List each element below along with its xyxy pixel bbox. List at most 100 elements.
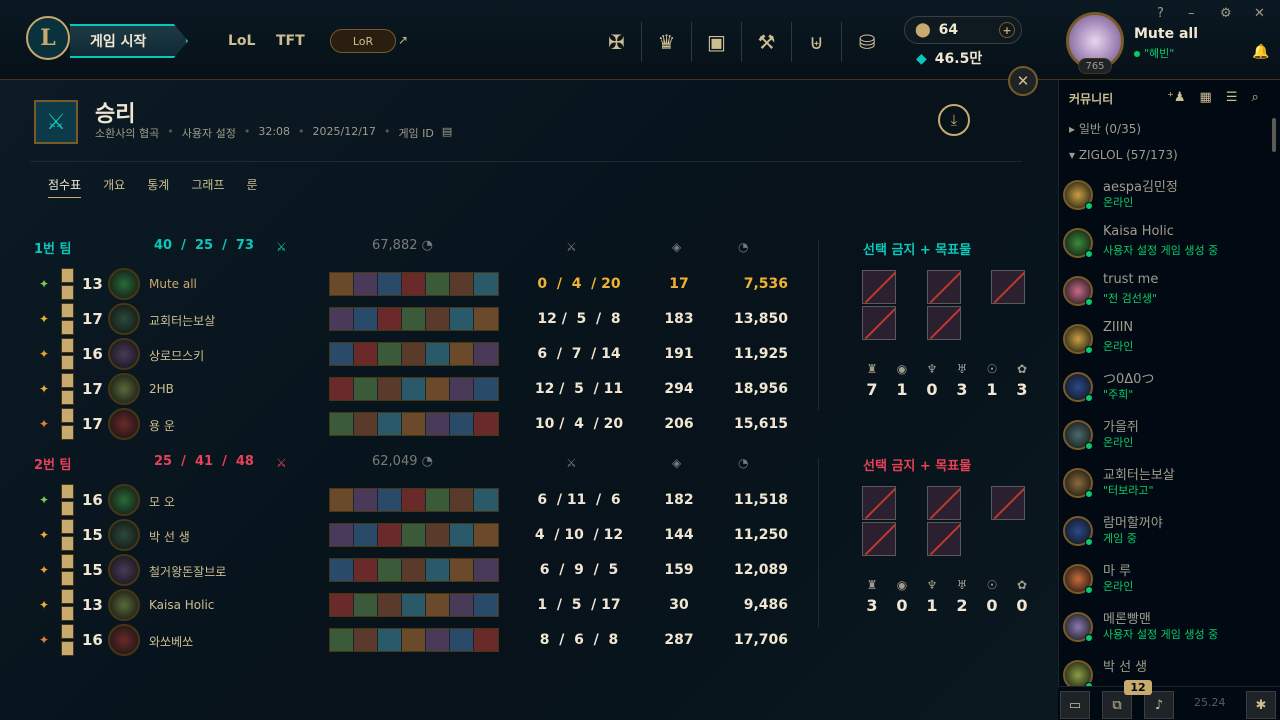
copy-icon[interactable]: ▤ — [442, 125, 452, 141]
champion-icon[interactable] — [108, 484, 140, 516]
player-name[interactable]: 박 선 생 — [149, 528, 190, 545]
item-icon[interactable] — [426, 594, 450, 616]
player-name[interactable]: Mute all — [149, 277, 197, 291]
minimize-icon[interactable]: – — [1188, 6, 1195, 21]
item-icon[interactable] — [474, 378, 498, 400]
item-icon[interactable] — [426, 629, 450, 651]
item-icon[interactable] — [426, 489, 450, 511]
item-icon[interactable] — [474, 489, 498, 511]
item-icon[interactable] — [474, 308, 498, 330]
group-ziglol[interactable]: ▾ ZIGLOL (57/173) — [1069, 148, 1178, 162]
item-icon[interactable] — [402, 343, 426, 365]
esports-icon[interactable]: ✠ — [592, 22, 642, 62]
collection-icon[interactable]: ▣ — [692, 22, 742, 62]
play-button[interactable]: 게임 시작 — [70, 24, 188, 58]
item-icon[interactable] — [378, 559, 402, 581]
item-icon[interactable] — [426, 559, 450, 581]
item-icon[interactable] — [330, 273, 354, 295]
tab-scoreboard[interactable]: 점수표 — [48, 176, 82, 198]
item-icon[interactable] — [402, 559, 426, 581]
item-icon[interactable] — [450, 273, 474, 295]
friend-item[interactable]: 마 루 온라인 — [1063, 560, 1263, 600]
league-logo-icon[interactable]: L — [26, 16, 70, 60]
tab-graphs[interactable]: 그래프 — [191, 176, 224, 198]
player-name[interactable]: 모 오 — [149, 493, 175, 510]
champion-icon[interactable] — [108, 624, 140, 656]
item-icon[interactable] — [450, 524, 474, 546]
player-name[interactable]: 철거왕돈잘브로 — [149, 563, 226, 580]
item-icon[interactable] — [330, 308, 354, 330]
player-name[interactable]: 용 운 — [149, 417, 175, 434]
item-icon[interactable] — [426, 413, 450, 435]
player-row[interactable]: ✦ 16 상로므스키 6 / 7 / 14 191 11,925 — [34, 338, 794, 370]
item-icon[interactable] — [354, 559, 378, 581]
champion-icon[interactable] — [108, 303, 140, 335]
sidebar-scrollbar[interactable] — [1272, 118, 1276, 152]
item-icon[interactable] — [354, 629, 378, 651]
player-row[interactable]: ✦ 16 와쏘베쏘 8 / 6 / 8 287 17,706 — [34, 624, 794, 656]
nav-lol[interactable]: LoL — [228, 33, 255, 49]
item-icon[interactable] — [426, 273, 450, 295]
tab-overview[interactable]: 개요 — [103, 176, 125, 198]
item-icon[interactable] — [330, 413, 354, 435]
item-icon[interactable] — [426, 343, 450, 365]
champion-icon[interactable] — [108, 268, 140, 300]
item-icon[interactable] — [378, 594, 402, 616]
item-icon[interactable] — [450, 489, 474, 511]
item-icon[interactable] — [378, 413, 402, 435]
champion-icon[interactable] — [108, 408, 140, 440]
party-chat-icon[interactable]: ⧉ — [1102, 691, 1132, 719]
crafting-icon[interactable]: ⚒ — [742, 22, 792, 62]
player-name[interactable]: 교회터는보살 — [149, 312, 215, 329]
friend-item[interactable]: 람머할꺼야 게임 중 — [1063, 512, 1263, 552]
champion-icon[interactable] — [108, 589, 140, 621]
item-icon[interactable] — [330, 594, 354, 616]
item-icon[interactable] — [354, 378, 378, 400]
item-icon[interactable] — [402, 524, 426, 546]
chat-icon[interactable]: ▭ — [1060, 691, 1090, 719]
item-icon[interactable] — [378, 308, 402, 330]
buy-rp-icon[interactable]: + — [999, 22, 1015, 38]
item-icon[interactable] — [378, 524, 402, 546]
item-icon[interactable] — [378, 378, 402, 400]
champion-icon[interactable] — [108, 519, 140, 551]
friend-item[interactable]: 메론빵맨 사용자 설정 게임 생성 중 — [1063, 608, 1263, 648]
item-icon[interactable] — [402, 308, 426, 330]
item-icon[interactable] — [354, 594, 378, 616]
group-general[interactable]: ▸ 일반 (0/35) — [1069, 120, 1141, 137]
loot-icon[interactable]: ⊎ — [792, 22, 842, 62]
friend-item[interactable]: aespa김민정 온라인 — [1063, 176, 1263, 216]
player-row[interactable]: ✦ 17 2HB 12 / 5 / 11 294 18,956 — [34, 373, 794, 405]
item-icon[interactable] — [450, 413, 474, 435]
item-icon[interactable] — [330, 343, 354, 365]
player-row[interactable]: ✦ 15 박 선 생 4 / 10 / 12 144 11,250 — [34, 519, 794, 551]
search-icon[interactable]: ⌕ — [1251, 90, 1258, 105]
profile-icon[interactable]: ♛ — [642, 22, 692, 62]
item-icon[interactable] — [450, 343, 474, 365]
item-icon[interactable] — [330, 489, 354, 511]
store-icon[interactable]: ⛁ — [842, 22, 892, 62]
summoner-status[interactable]: "혜빈" — [1134, 45, 1174, 61]
friend-item[interactable]: trust me "전 검선생" — [1063, 272, 1263, 312]
add-friend-icon[interactable]: ⁺♟ — [1167, 90, 1186, 105]
item-icon[interactable] — [402, 273, 426, 295]
player-name[interactable]: 2HB — [149, 382, 174, 396]
item-icon[interactable] — [330, 559, 354, 581]
item-icon[interactable] — [450, 378, 474, 400]
item-icon[interactable] — [474, 413, 498, 435]
item-icon[interactable] — [402, 594, 426, 616]
tab-stats[interactable]: 통계 — [147, 176, 169, 198]
summoner-name[interactable]: Mute all — [1134, 26, 1198, 42]
item-icon[interactable] — [426, 308, 450, 330]
item-icon[interactable] — [378, 489, 402, 511]
mic-icon[interactable]: ♪ — [1144, 691, 1174, 719]
item-icon[interactable] — [378, 343, 402, 365]
player-name[interactable]: 와쏘베쏘 — [149, 633, 193, 650]
champion-icon[interactable] — [108, 373, 140, 405]
item-icon[interactable] — [330, 378, 354, 400]
item-icon[interactable] — [450, 594, 474, 616]
item-icon[interactable] — [354, 489, 378, 511]
player-name[interactable]: Kaisa Holic — [149, 598, 214, 612]
friend-item[interactable]: 가을쥐 온라인 — [1063, 416, 1263, 456]
friend-item[interactable]: Kaisa Holic 사용자 설정 게임 생성 중 — [1063, 224, 1263, 264]
